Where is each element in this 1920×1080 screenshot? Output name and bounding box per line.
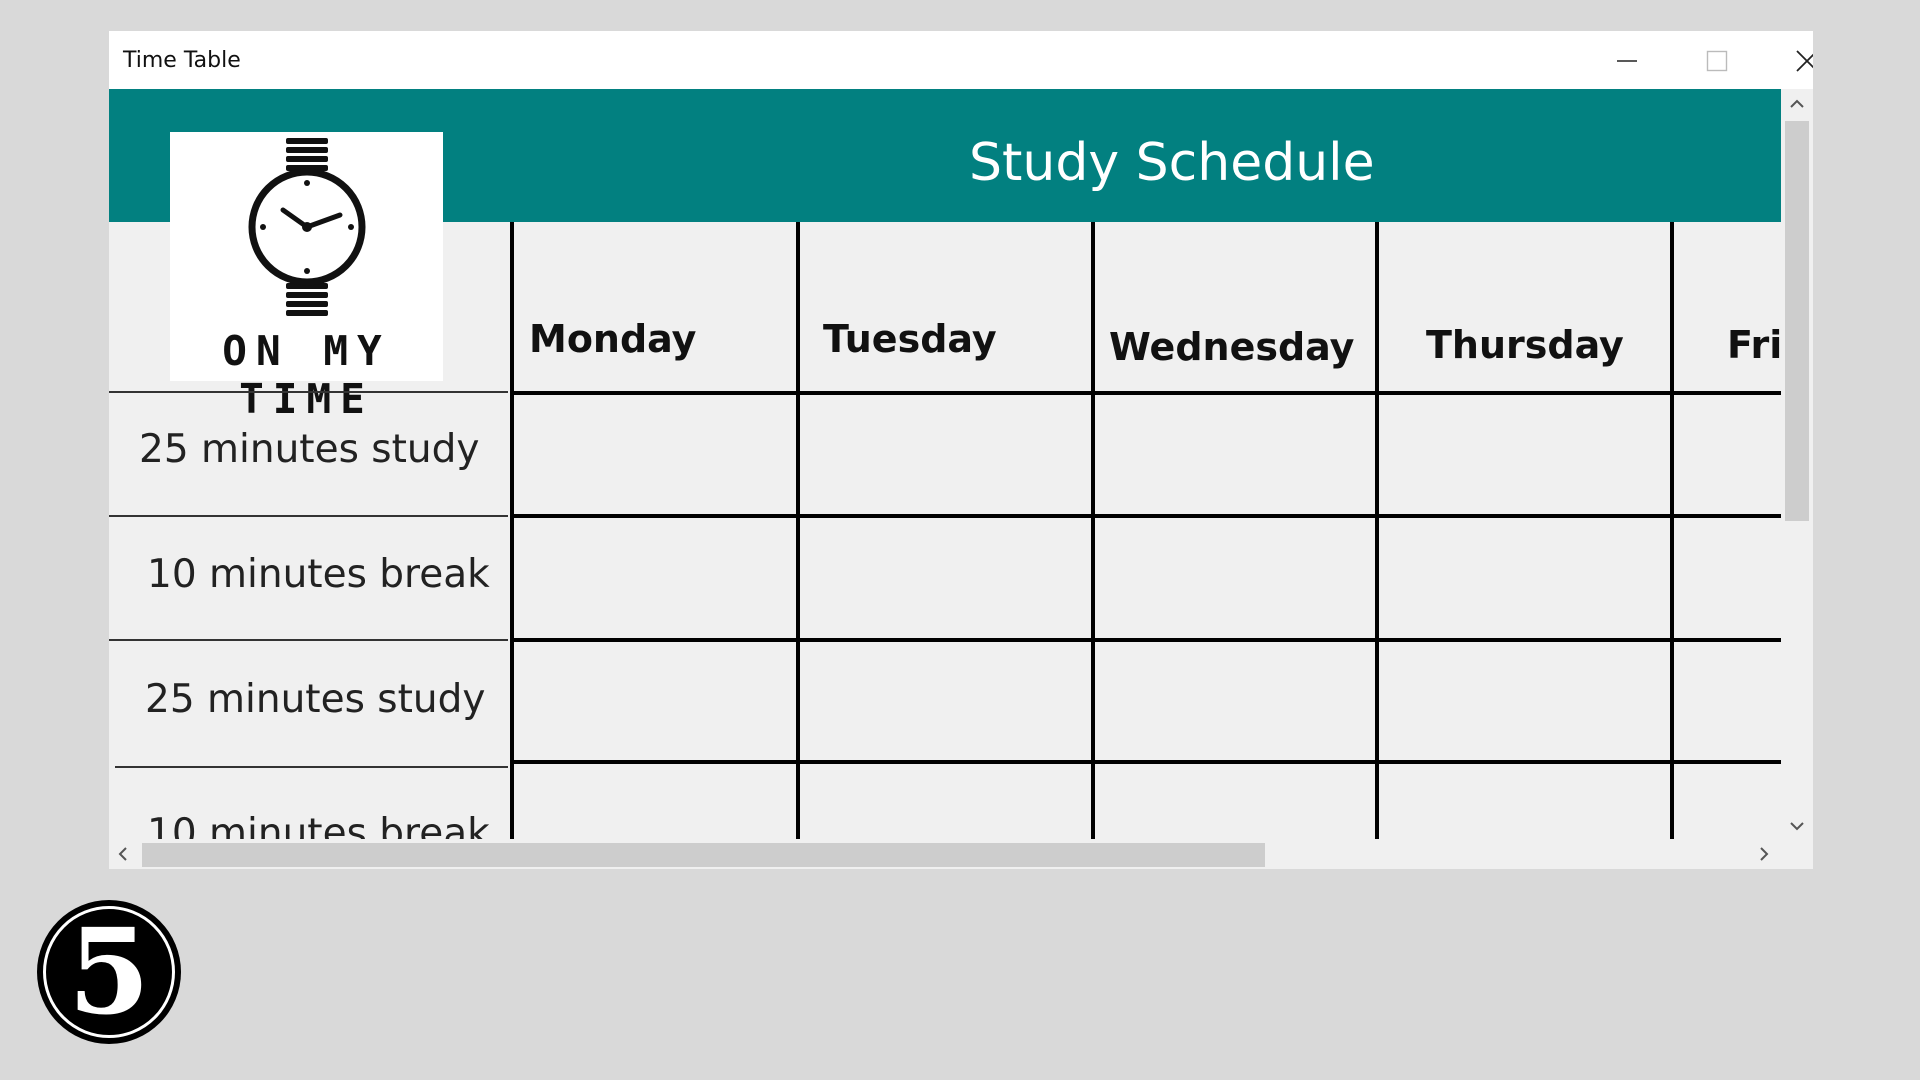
logo: ON MY TIME	[170, 132, 443, 423]
title-bar[interactable]: Time Table	[109, 31, 1813, 89]
schedule-cell[interactable]	[800, 518, 1091, 638]
row-divider	[109, 391, 508, 393]
wristwatch-icon	[248, 138, 366, 316]
schedule-cell[interactable]	[1674, 518, 1781, 638]
scroll-down-arrow-icon[interactable]	[1790, 821, 1804, 831]
row-divider	[109, 639, 508, 641]
client-area: Study Schedule ON MY TIME Monday Tuesday…	[109, 89, 1813, 869]
schedule-cell[interactable]	[514, 518, 796, 638]
day-header-tuesday: Tuesday	[823, 317, 997, 361]
schedule-cell[interactable]	[1379, 764, 1670, 839]
schedule-cell[interactable]	[1379, 395, 1670, 514]
row-divider	[115, 766, 508, 768]
step-number-badge: 5	[37, 900, 181, 1044]
horizontal-scroll-thumb[interactable]	[142, 843, 1265, 867]
schedule-title: Study Schedule	[969, 133, 1375, 193]
step-number: 5	[67, 902, 151, 1041]
schedule-cell[interactable]	[514, 764, 796, 839]
schedule-cell[interactable]	[800, 764, 1091, 839]
schedule-cell[interactable]	[514, 395, 796, 514]
minimize-icon	[1617, 60, 1637, 62]
schedule-cell[interactable]	[800, 642, 1091, 760]
app-window: Time Table Study Schedule ON MY TIME Mon…	[109, 31, 1813, 869]
schedule-cell[interactable]	[1095, 764, 1375, 839]
schedule-cell[interactable]	[800, 395, 1091, 514]
slot-label: 10 minutes break	[147, 552, 490, 597]
slot-label: 10 minutes break	[147, 811, 490, 839]
maximize-button[interactable]	[1676, 31, 1756, 89]
minimize-button[interactable]	[1586, 31, 1666, 89]
scroll-up-arrow-icon[interactable]	[1790, 99, 1804, 109]
schedule-canvas: Study Schedule ON MY TIME Monday Tuesday…	[109, 89, 1781, 839]
schedule-cell[interactable]	[1095, 395, 1375, 514]
schedule-cell[interactable]	[514, 642, 796, 760]
horizontal-scrollbar[interactable]	[109, 839, 1781, 869]
scroll-left-arrow-icon[interactable]	[118, 847, 128, 861]
window-title: Time Table	[123, 48, 241, 73]
vertical-scrollbar[interactable]	[1781, 89, 1813, 839]
day-header-friday: Frid	[1727, 323, 1781, 367]
slot-label: 25 minutes study	[145, 677, 486, 722]
schedule-cell[interactable]	[1095, 642, 1375, 760]
maximize-icon	[1706, 50, 1728, 72]
logo-text: ON MY TIME	[222, 327, 391, 423]
schedule-cell[interactable]	[1095, 518, 1375, 638]
close-icon	[1796, 50, 1813, 72]
slot-label: 25 minutes study	[139, 427, 480, 472]
schedule-cell[interactable]	[1674, 395, 1781, 514]
day-header-monday: Monday	[529, 317, 697, 361]
scroll-right-arrow-icon[interactable]	[1759, 847, 1769, 861]
schedule-cell[interactable]	[1674, 764, 1781, 839]
close-button[interactable]	[1766, 31, 1813, 89]
schedule-cell[interactable]	[1379, 518, 1670, 638]
vertical-scroll-thumb[interactable]	[1785, 121, 1809, 521]
day-header-thursday: Thursday	[1426, 323, 1624, 367]
schedule-cell[interactable]	[1379, 642, 1670, 760]
row-divider	[109, 515, 508, 517]
schedule-cell[interactable]	[1674, 642, 1781, 760]
day-header-wednesday: Wednesday	[1109, 325, 1355, 369]
